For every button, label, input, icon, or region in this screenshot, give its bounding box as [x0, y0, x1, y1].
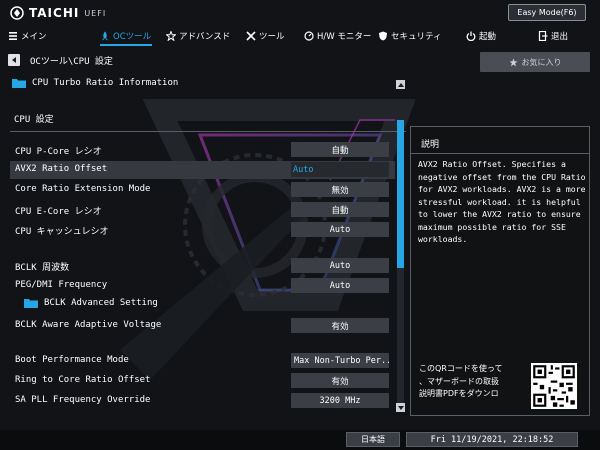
setting-value[interactable]: 自動: [291, 142, 389, 157]
setting-row-sa-pll[interactable]: SA PLL Frequency Override 3200 MHz: [10, 392, 395, 410]
favorites-button[interactable]: お気に入り: [480, 52, 590, 72]
setting-row-p-core-ratio[interactable]: CPU P-Core レシオ 自動: [10, 141, 395, 159]
tab-exit[interactable]: 退出: [538, 27, 568, 45]
brand-logo: TAICHI UEFI: [10, 6, 106, 20]
settings-scrollbar[interactable]: [397, 120, 404, 410]
main-tab-bar: メイン OCツール アドバンスド ツール H/W モニター セキュリティ 起動 …: [0, 27, 600, 46]
setting-row-avx2-ratio-offset[interactable]: AVX2 Ratio Offset Auto: [10, 161, 395, 179]
tools-icon: [246, 31, 256, 41]
scroll-up-button[interactable]: [396, 80, 405, 89]
setting-label: AVX2 Ratio Offset: [15, 164, 108, 174]
datetime-display: Fri 11/19/2021, 22:18:52: [406, 432, 578, 447]
monitor-icon: [304, 31, 314, 41]
active-tab-indicator: [100, 44, 152, 46]
setting-label: CPU キャッシュレシオ: [15, 227, 109, 237]
setting-value[interactable]: Auto: [291, 258, 389, 273]
rocket-icon: [102, 31, 108, 41]
setting-label: BCLK 周波数: [15, 263, 70, 273]
cpu-turbo-ratio-info-item[interactable]: CPU Turbo Ratio Information: [12, 76, 178, 90]
setting-label: BCLK Advanced Setting: [44, 298, 158, 308]
favorites-label: お気に入り: [521, 57, 562, 67]
brand-name: TAICHI: [29, 6, 80, 20]
back-button[interactable]: [8, 54, 20, 66]
tab-label: 退出: [551, 32, 569, 42]
tab-label: 起動: [479, 32, 497, 42]
setting-value[interactable]: Auto: [291, 162, 389, 177]
setting-value[interactable]: Max Non-Turbo Per...: [291, 353, 389, 368]
tab-oc-tools[interactable]: OCツール: [100, 27, 151, 45]
tab-label: アドバンスド: [179, 32, 231, 42]
language-button[interactable]: 日本語: [346, 432, 400, 447]
tab-tools[interactable]: ツール: [246, 27, 285, 45]
setting-label: SA PLL Frequency Override: [15, 395, 151, 405]
scroll-down-button[interactable]: [396, 403, 405, 412]
tab-hw-monitor[interactable]: H/W モニター: [304, 27, 371, 45]
star-icon: [166, 31, 176, 41]
brand-sub: UEFI: [84, 8, 107, 18]
setting-row-peg-dmi-frequency[interactable]: PEG/DMI Frequency Auto: [10, 277, 395, 295]
setting-value[interactable]: 有効: [291, 373, 389, 388]
folder-icon: [24, 299, 38, 308]
setting-row-ring-to-core[interactable]: Ring to Core Ratio Offset 有効: [10, 372, 395, 390]
setting-row-core-ratio-extension[interactable]: Core Ratio Extension Mode 無効: [10, 181, 395, 199]
description-title: 説明: [421, 140, 440, 150]
arrow-up-icon: [397, 82, 404, 87]
bclk-advanced-label: BCLK Advanced Setting: [24, 298, 158, 308]
tab-label: H/W モニター: [317, 32, 372, 42]
tab-main[interactable]: メイン: [8, 27, 47, 45]
tab-security[interactable]: セキュリティ: [378, 27, 442, 45]
folder-icon: [12, 79, 26, 88]
qr-instruction-text: このQRコードを使って 、マザーボードの取扱 説明書PDFをダウンロ: [419, 364, 503, 398]
setting-label: Core Ratio Extension Mode: [15, 184, 151, 194]
setting-value[interactable]: Auto: [291, 278, 389, 293]
tab-advanced[interactable]: アドバンスド: [166, 27, 230, 45]
setting-label: Boot Performance Mode: [15, 355, 129, 365]
easy-mode-button[interactable]: Easy Mode(F6): [508, 4, 586, 21]
setting-row-e-core-ratio[interactable]: CPU E-Core レシオ 自動: [10, 201, 395, 219]
setting-label: PEG/DMI Frequency: [15, 280, 108, 290]
setting-value[interactable]: 無効: [291, 182, 389, 197]
breadcrumb: OCツール\CPU 設定: [30, 57, 113, 67]
qr-code-image: [531, 363, 577, 409]
section-divider: [10, 131, 406, 132]
tab-label: セキュリティ: [391, 32, 442, 42]
tab-label: OCツール: [113, 32, 152, 42]
scrollbar-thumb[interactable]: [397, 120, 404, 268]
shield-icon: [379, 31, 387, 41]
description-panel: 説明 AVX2 Ratio Offset. Specifies a negati…: [410, 126, 590, 416]
back-arrow-icon: [12, 57, 16, 63]
star-icon: [508, 57, 518, 66]
exit-icon: [538, 31, 548, 41]
top-header: TAICHI UEFI Easy Mode(F6): [0, 0, 600, 26]
setting-label: CPU E-Core レシオ: [15, 207, 102, 217]
section-title: CPU 設定: [14, 115, 54, 125]
list-icon: [9, 32, 17, 40]
setting-row-boot-performance[interactable]: Boot Performance Mode Max Non-Turbo Per.…: [10, 352, 395, 370]
bottom-status-bar: 日本語 Fri 11/19/2021, 22:18:52: [0, 430, 600, 450]
power-icon: [466, 31, 476, 41]
setting-row-bclk-frequency[interactable]: BCLK 周波数 Auto: [10, 257, 395, 275]
setting-value[interactable]: 有効: [291, 318, 389, 333]
tab-boot[interactable]: 起動: [466, 27, 496, 45]
setting-value[interactable]: 3200 MHz: [291, 393, 389, 408]
description-text: AVX2 Ratio Offset. Specifies a negative …: [418, 159, 586, 244]
setting-label: CPU P-Core レシオ: [15, 147, 102, 157]
tab-label: メイン: [21, 32, 47, 42]
setting-label: BCLK Aware Adaptive Voltage: [15, 320, 162, 330]
description-divider: [411, 153, 589, 154]
tab-label: ツール: [259, 32, 285, 42]
setting-value[interactable]: Auto: [291, 222, 389, 237]
setting-row-cache-ratio[interactable]: CPU キャッシュレシオ Auto: [10, 221, 395, 239]
taichi-logo-icon: [10, 6, 24, 20]
setting-label: Ring to Core Ratio Offset: [15, 375, 151, 385]
setting-value[interactable]: 自動: [291, 202, 389, 217]
setting-row-bclk-aware-voltage[interactable]: BCLK Aware Adaptive Voltage 有効: [10, 317, 395, 335]
arrow-down-icon: [397, 405, 404, 410]
setting-row-bclk-advanced[interactable]: BCLK Advanced Setting: [10, 295, 395, 313]
turbo-ratio-label: CPU Turbo Ratio Information: [32, 78, 179, 88]
